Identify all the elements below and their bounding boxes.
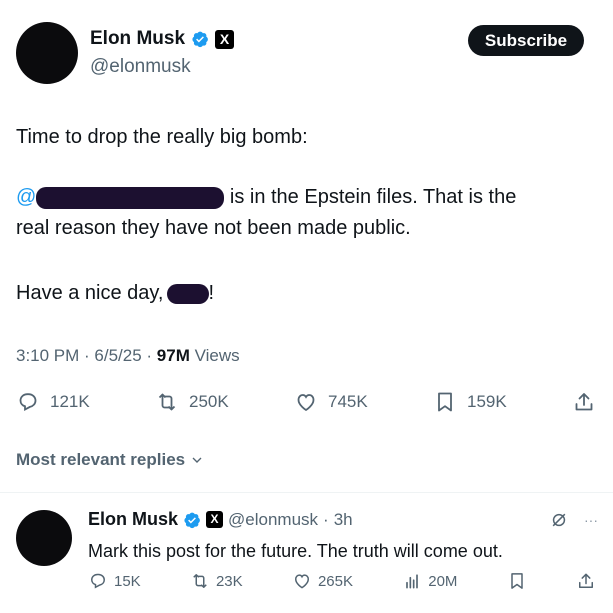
author-handle[interactable]: @elonmusk — [90, 56, 191, 78]
reply-views-count: 20M — [428, 572, 458, 590]
chevron-down-icon — [192, 457, 202, 463]
post-time[interactable]: 3:10 PM — [16, 346, 79, 365]
reply-repost-count: 23K — [215, 572, 243, 590]
bookmark-count: 159K — [467, 392, 507, 411]
reply-like-count: 265K — [317, 572, 353, 590]
reply-bookmark-button[interactable] — [507, 571, 527, 591]
like-count: 745K — [328, 392, 368, 411]
x-affiliation-icon: X — [215, 29, 235, 49]
post-text-line-2: @ is in the Epstein files. That is the — [16, 182, 516, 212]
views-count: 97M — [156, 346, 190, 365]
reply-icon — [90, 573, 106, 589]
reply-button[interactable]: 121K — [16, 390, 90, 414]
reply-share-button[interactable] — [576, 571, 596, 591]
views-label: Views — [194, 346, 240, 365]
reply-icon — [19, 393, 37, 411]
reply-repost-button[interactable]: 23K — [190, 571, 243, 591]
reply-author-handle[interactable]: @elonmusk — [228, 510, 318, 530]
heart-icon — [297, 394, 315, 412]
verified-badge-icon — [184, 512, 200, 528]
x-affiliation-icon: X — [206, 511, 224, 528]
redacted-name — [166, 283, 209, 304]
reply-like-button[interactable]: 265K — [292, 571, 353, 591]
replies-sort-dropdown[interactable]: Most relevant replies — [16, 450, 205, 470]
reply-text: Mark this post for the future. The truth… — [88, 541, 503, 561]
post-text-line-4-start: Have a nice day, — [16, 282, 164, 304]
repost-icon — [158, 393, 176, 411]
reply-count: 121K — [50, 392, 90, 411]
section-divider — [0, 492, 613, 493]
post-text-line-4: Have a nice day,! — [16, 278, 214, 308]
grok-icon[interactable] — [549, 510, 569, 530]
author-name[interactable]: Elon Musk — [90, 28, 185, 50]
post-text-line-1: Time to drop the really big bomb: — [16, 126, 308, 148]
heart-icon — [294, 574, 309, 589]
analytics-icon — [406, 574, 419, 589]
subscribe-button[interactable]: Subscribe — [468, 25, 584, 56]
reply-views-button[interactable]: 20M — [402, 571, 457, 591]
post-text-line-2-tail: is in the Epstein files. That is the — [229, 186, 517, 208]
repost-icon — [193, 574, 207, 588]
author-avatar[interactable] — [16, 22, 78, 84]
reply-reply-button[interactable]: 15K — [88, 571, 141, 591]
post-meta: 3:10 PM · 6/5/25 · 97M Views — [16, 346, 240, 365]
replies-sort-label: Most relevant replies — [16, 450, 186, 469]
reply-reply-count: 15K — [114, 572, 141, 590]
reply-author-name[interactable]: Elon Musk — [88, 509, 178, 530]
reply-meta-separator: · — [323, 509, 329, 529]
reply-author-avatar[interactable] — [16, 510, 72, 566]
post-text-line-4-end: ! — [208, 282, 215, 304]
redacted-handle — [36, 186, 225, 209]
repost-count: 250K — [189, 392, 229, 411]
repost-button[interactable]: 250K — [155, 390, 229, 414]
reply-age[interactable]: 3h — [334, 510, 353, 530]
more-options-icon[interactable]: ··· — [584, 512, 598, 528]
bookmark-icon — [438, 392, 452, 412]
share-icon — [575, 393, 593, 411]
post-text-line-3: real reason they have not been made publ… — [16, 217, 411, 239]
verified-badge-icon — [192, 31, 208, 48]
share-icon — [578, 573, 593, 588]
like-button[interactable]: 745K — [294, 390, 368, 414]
mention-prefix[interactable]: @ — [16, 186, 36, 208]
bookmark-button[interactable]: 159K — [433, 390, 507, 414]
share-button[interactable] — [572, 390, 596, 414]
post-date[interactable]: 6/5/25 — [94, 346, 141, 365]
bookmark-icon — [510, 573, 523, 589]
